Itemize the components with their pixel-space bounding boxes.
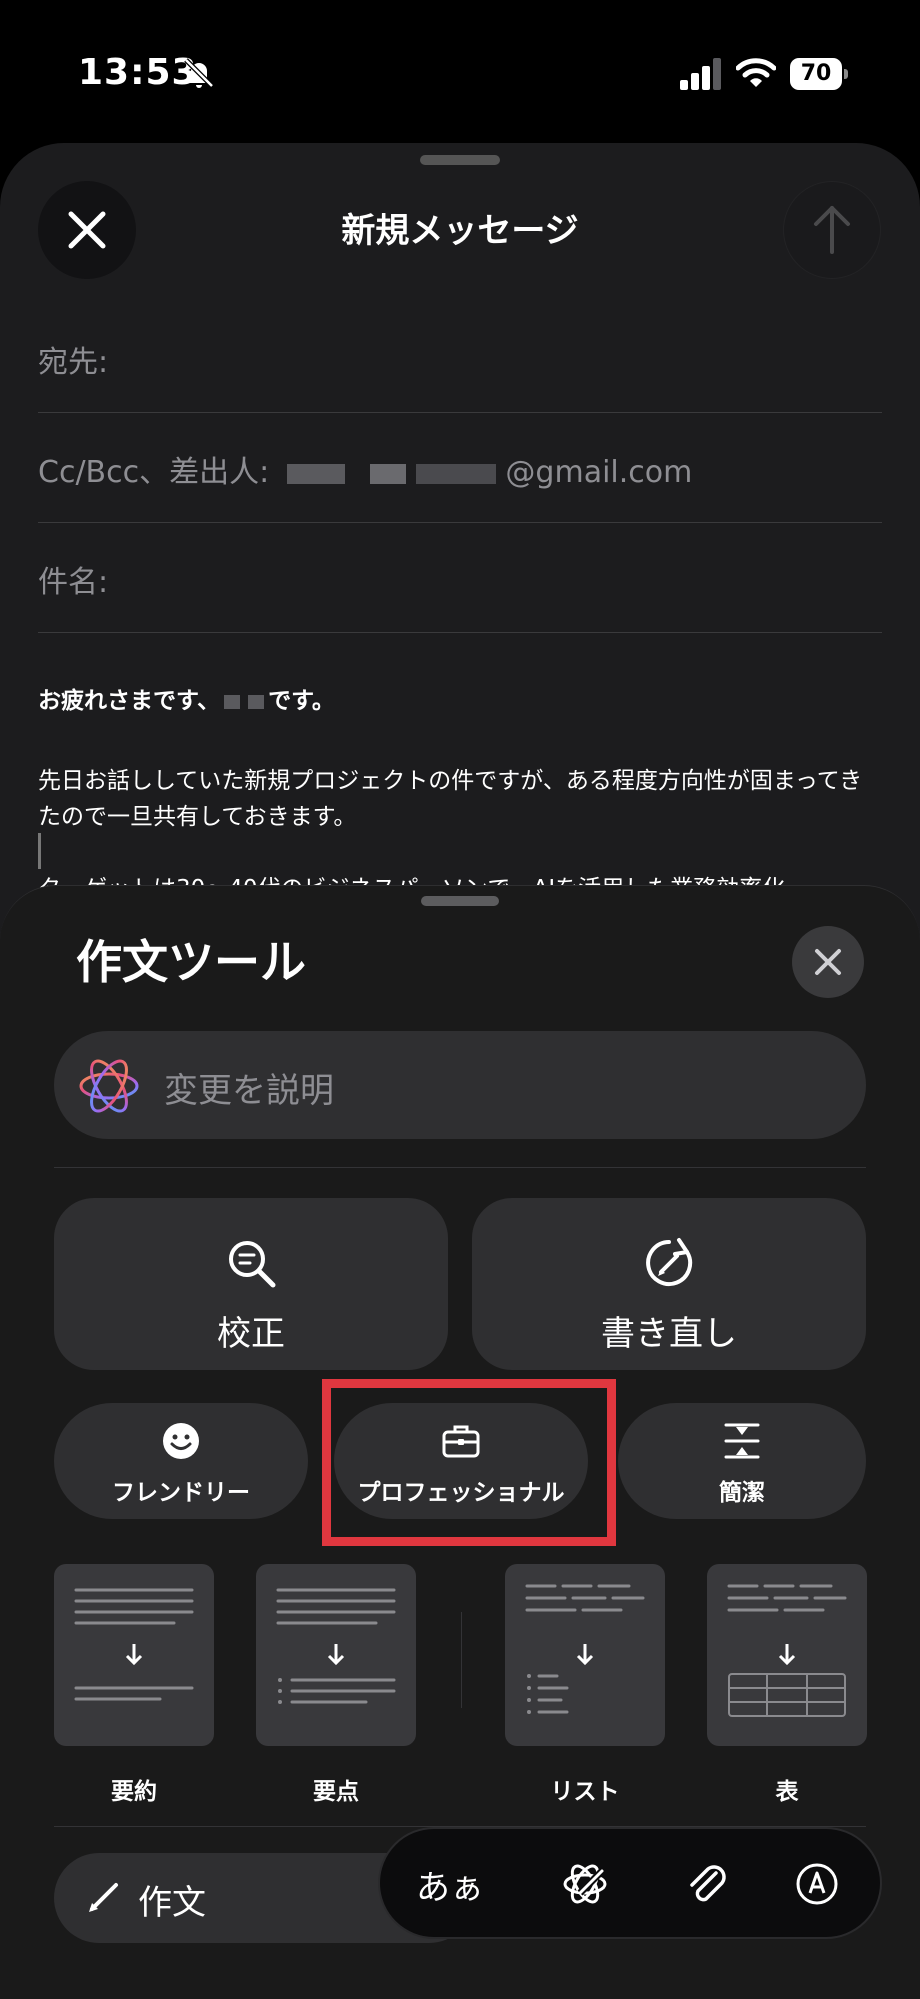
table-card[interactable]: [707, 1564, 867, 1746]
describe-change-input[interactable]: 変更を説明: [54, 1031, 866, 1139]
panel-title: 作文ツール: [76, 935, 306, 989]
table-thumbnail-icon: [727, 1584, 847, 1717]
list-card[interactable]: [505, 1564, 665, 1746]
panel-close-button[interactable]: [792, 926, 864, 998]
paperclip-icon: [690, 1865, 726, 1902]
key-points-label: 要点: [313, 1779, 359, 1805]
key-points-thumbnail-icon: [276, 1588, 396, 1704]
table-label: 表: [775, 1779, 799, 1805]
accessory-toolbar: あぁ: [378, 1827, 882, 1939]
summary-label: 要約: [111, 1779, 157, 1805]
body-paragraph[interactable]: 先日お話ししていた新規プロジェクトの件ですが、ある程度方向性が固まってきたので一…: [38, 763, 882, 835]
describe-placeholder: 変更を説明: [164, 1071, 334, 1111]
divider: [461, 1612, 462, 1708]
attachment-button[interactable]: [674, 1851, 740, 1917]
rewrite-button[interactable]: 書き直し: [472, 1198, 866, 1370]
writing-tools-icon: [563, 1864, 607, 1904]
markup-button[interactable]: [784, 1851, 850, 1917]
rewrite-label: 書き直し: [601, 1314, 737, 1354]
smiley-icon: [163, 1423, 199, 1459]
status-bar: 13:53 70: [0, 0, 920, 150]
compose-label: 作文: [138, 1883, 206, 1923]
redacted-text: [370, 463, 407, 484]
cellular-signal-icon: [680, 58, 721, 90]
friendly-label: フレンドリー: [112, 1480, 250, 1506]
summary-thumbnail-icon: [74, 1588, 194, 1701]
proofread-button[interactable]: 校正: [54, 1198, 448, 1370]
page-title: 新規メッセージ: [341, 211, 579, 251]
close-icon: [815, 949, 841, 975]
list-thumbnail-icon: [525, 1584, 645, 1714]
concise-label: 簡潔: [719, 1480, 765, 1506]
friendly-button[interactable]: フレンドリー: [54, 1403, 308, 1519]
wifi-icon: [736, 58, 776, 87]
cc-bcc-from-field[interactable]: Cc/Bcc、差出人: @gmail.com: [38, 413, 882, 523]
to-field[interactable]: 宛先:: [38, 303, 882, 413]
text-format-button[interactable]: あぁ: [410, 1851, 490, 1917]
rewrite-pencil-icon: [646, 1238, 693, 1286]
sheet-grabber[interactable]: [420, 155, 500, 165]
summary-card[interactable]: [54, 1564, 214, 1746]
battery-level: 70: [790, 58, 842, 90]
status-time: 13:53: [78, 52, 198, 93]
cc-label: Cc/Bcc、差出人:: [38, 455, 270, 490]
text-cursor: [38, 833, 41, 869]
redacted-text: [415, 463, 496, 484]
bell-slash-icon: [184, 58, 214, 88]
key-points-card[interactable]: [256, 1564, 416, 1746]
compress-lines-icon: [724, 1423, 760, 1459]
concise-button[interactable]: 簡潔: [618, 1403, 866, 1519]
divider: [54, 1167, 866, 1168]
greeting-line[interactable]: お疲れさまです、 です。: [38, 683, 882, 719]
subject-label: 件名:: [38, 565, 109, 600]
magnifier-minus-icon: [229, 1241, 276, 1288]
to-label: 宛先:: [38, 345, 109, 380]
text-format-label: あぁ: [416, 1867, 484, 1908]
subject-field[interactable]: 件名:: [38, 523, 882, 633]
proofread-label: 校正: [217, 1314, 285, 1354]
cc-bcc-from-label: Cc/Bcc、差出人: @gmail.com: [38, 447, 692, 491]
arrow-up-icon: [814, 206, 850, 254]
send-button[interactable]: [783, 181, 881, 279]
battery-icon: 70: [790, 58, 848, 90]
highlight-box: [322, 1379, 616, 1546]
panel-grabber[interactable]: [421, 896, 499, 906]
pencil-icon: [89, 1883, 118, 1912]
writing-tools-button[interactable]: [552, 1851, 618, 1917]
list-label: リスト: [550, 1779, 620, 1805]
redacted-text: [286, 463, 345, 484]
markup-pen-icon: [796, 1863, 838, 1905]
from-address-suffix: @gmail.com: [505, 455, 693, 490]
apple-intelligence-icon: [79, 1059, 139, 1113]
